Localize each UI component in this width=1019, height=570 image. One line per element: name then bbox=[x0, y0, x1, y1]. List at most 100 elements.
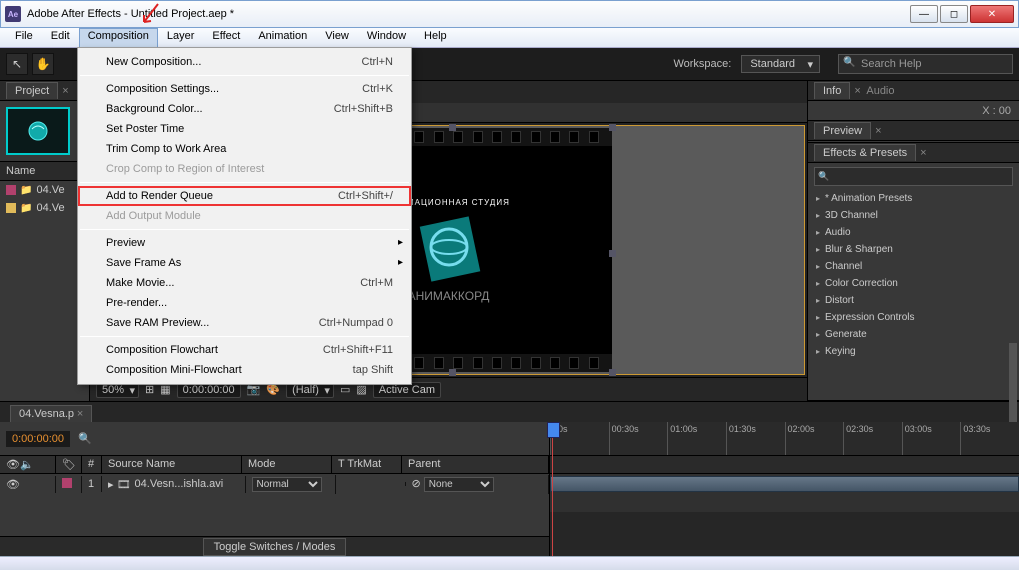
effects-search-input[interactable] bbox=[814, 167, 1013, 186]
info-x: X : 00 bbox=[982, 105, 1011, 117]
menu-file[interactable]: File bbox=[6, 28, 42, 47]
current-time[interactable]: 0:00:00:00 bbox=[6, 431, 70, 447]
brand-logo bbox=[411, 211, 487, 287]
close-icon[interactable]: × bbox=[854, 85, 860, 97]
ruler-tick: 01:00s bbox=[667, 422, 726, 455]
preview-panel: Preview × bbox=[808, 121, 1019, 143]
name-column[interactable]: Name bbox=[0, 161, 89, 181]
toggle-switches-button[interactable]: Toggle Switches / Modes bbox=[203, 538, 347, 556]
menu-layer[interactable]: Layer bbox=[158, 28, 204, 47]
workspace-label: Workspace: bbox=[673, 58, 731, 70]
effect-category[interactable]: Audio bbox=[808, 224, 1019, 241]
menuitem-pre-render[interactable]: Pre-render... bbox=[78, 293, 411, 313]
col-switches: 👁🔈 bbox=[0, 456, 56, 473]
menuitem-set-poster-time[interactable]: Set Poster Time bbox=[78, 119, 411, 139]
timeline-tracks[interactable]: 00s00:30s01:00s01:30s02:00s02:30s03:00s0… bbox=[550, 422, 1019, 556]
effect-category[interactable]: Blur & Sharpen bbox=[808, 241, 1019, 258]
timeline-tab[interactable]: 04.Vesna.p × bbox=[10, 405, 92, 422]
ruler-tick: 02:30s bbox=[843, 422, 902, 455]
col-num[interactable]: # bbox=[82, 456, 102, 473]
info-tab[interactable]: Info bbox=[814, 82, 850, 99]
menuitem-composition-mini-flowchart[interactable]: Composition Mini-Flowcharttap Shift bbox=[78, 360, 411, 380]
effect-category[interactable]: * Animation Presets bbox=[808, 190, 1019, 207]
effect-category[interactable]: Distort bbox=[808, 292, 1019, 309]
layer-track[interactable] bbox=[550, 474, 1019, 512]
project-thumbnail[interactable] bbox=[6, 107, 70, 155]
close-icon[interactable]: × bbox=[77, 408, 83, 420]
menuitem-new-composition[interactable]: New Composition...Ctrl+N bbox=[78, 52, 411, 72]
effect-category[interactable]: Generate bbox=[808, 326, 1019, 343]
project-item-comp[interactable]: 📁04.Ve bbox=[0, 181, 89, 199]
effects-panel: Effects & Presets × * Animation Presets3D… bbox=[808, 143, 1019, 401]
effect-category[interactable]: Color Correction bbox=[808, 275, 1019, 292]
menu-edit[interactable]: Edit bbox=[42, 28, 79, 47]
layer-mode-select[interactable]: Normal bbox=[252, 477, 322, 492]
menuitem-save-frame-as[interactable]: Save Frame As bbox=[78, 253, 411, 273]
effects-tab[interactable]: Effects & Presets bbox=[814, 144, 916, 161]
menuitem-trim-comp-to-work-area[interactable]: Trim Comp to Work Area bbox=[78, 139, 411, 159]
effect-category[interactable]: Expression Controls bbox=[808, 309, 1019, 326]
layer-parent-select[interactable]: None bbox=[424, 477, 494, 492]
close-icon[interactable]: × bbox=[920, 147, 926, 159]
audio-tab[interactable]: Audio bbox=[866, 85, 894, 97]
layer-clip[interactable] bbox=[550, 476, 1019, 492]
col-trkmat[interactable]: T TrkMat bbox=[332, 456, 402, 473]
col-mode[interactable]: Mode bbox=[242, 456, 332, 473]
menuitem-save-ram-preview[interactable]: Save RAM Preview...Ctrl+Numpad 0 bbox=[78, 313, 411, 333]
window-titlebar: Ae Adobe After Effects - Untitled Projec… bbox=[0, 0, 1019, 28]
preview-tab[interactable]: Preview bbox=[814, 122, 871, 139]
menuitem-composition-settings[interactable]: Composition Settings...Ctrl+K bbox=[78, 79, 411, 99]
project-item-footage[interactable]: 📁04.Ve bbox=[0, 199, 89, 217]
menuitem-add-to-render-queue[interactable]: Add to Render QueueCtrl+Shift+/ bbox=[78, 186, 411, 206]
menu-effect[interactable]: Effect bbox=[203, 28, 249, 47]
scrollbar[interactable] bbox=[1009, 343, 1017, 400]
effect-category[interactable]: Keying bbox=[808, 343, 1019, 360]
playhead[interactable] bbox=[552, 422, 553, 556]
composition-menu-dropdown: New Composition...Ctrl+N Composition Sett… bbox=[77, 47, 412, 385]
layer-label[interactable] bbox=[56, 476, 82, 493]
menuitem-make-movie[interactable]: Make Movie...Ctrl+M bbox=[78, 273, 411, 293]
effect-category[interactable]: 3D Channel bbox=[808, 207, 1019, 224]
col-label: 🏷 bbox=[56, 456, 82, 473]
layer-visibility[interactable]: 👁 bbox=[0, 476, 56, 493]
ruler-tick: 01:30s bbox=[726, 422, 785, 455]
menuitem-background-color[interactable]: Background Color...Ctrl+Shift+B bbox=[78, 99, 411, 119]
close-button[interactable]: ✕ bbox=[970, 5, 1014, 23]
brand-text: АНИМАККОРД bbox=[408, 289, 490, 303]
menuitem-add-output-module: Add Output Module bbox=[78, 206, 411, 226]
layer-trkmat[interactable] bbox=[336, 482, 406, 486]
layer-name[interactable]: ▸ 🎞 04.Vesn...ishla.avi bbox=[102, 476, 246, 493]
window-title: Adobe After Effects - Untitled Project.a… bbox=[27, 8, 910, 20]
ruler-tick: 00:30s bbox=[609, 422, 668, 455]
menu-animation[interactable]: Animation bbox=[249, 28, 316, 47]
statusbar bbox=[0, 556, 1019, 570]
hand-tool[interactable]: ✋ bbox=[32, 53, 54, 75]
workspace-selector[interactable]: Standard bbox=[741, 55, 820, 73]
ruler-tick: 02:00s bbox=[785, 422, 844, 455]
right-panels: Info × Audio X : 00 Preview × Effects & Pr… bbox=[807, 81, 1019, 401]
col-source[interactable]: Source Name bbox=[102, 456, 242, 473]
ruler-tick: 03:00s bbox=[902, 422, 961, 455]
menuitem-composition-flowchart[interactable]: Composition FlowchartCtrl+Shift+F11 bbox=[78, 340, 411, 360]
search-icon[interactable]: 🔍 bbox=[78, 432, 92, 445]
close-icon[interactable]: × bbox=[875, 125, 881, 137]
search-help-input[interactable]: Search Help bbox=[838, 54, 1013, 74]
info-panel: Info × Audio X : 00 bbox=[808, 81, 1019, 121]
layer-num: 1 bbox=[82, 476, 102, 492]
ruler-tick: 03:30s bbox=[960, 422, 1019, 455]
selection-tool[interactable]: ↖ bbox=[6, 53, 28, 75]
menu-help[interactable]: Help bbox=[415, 28, 456, 47]
effect-category[interactable]: Channel bbox=[808, 258, 1019, 275]
menu-window[interactable]: Window bbox=[358, 28, 415, 47]
minimize-button[interactable]: — bbox=[910, 5, 938, 23]
close-icon[interactable]: × bbox=[62, 85, 68, 97]
menuitem-preview[interactable]: Preview bbox=[78, 233, 411, 253]
menubar: File Edit Composition Layer Effect Anima… bbox=[0, 28, 1019, 48]
col-parent[interactable]: Parent bbox=[402, 456, 549, 473]
project-tab[interactable]: Project bbox=[6, 82, 58, 99]
layer-row[interactable]: 👁 1 ▸ 🎞 04.Vesn...ishla.avi Normal ⊘ Non… bbox=[0, 474, 549, 494]
time-ruler[interactable]: 00s00:30s01:00s01:30s02:00s02:30s03:00s0… bbox=[550, 422, 1019, 456]
menu-view[interactable]: View bbox=[316, 28, 358, 47]
maximize-button[interactable]: ◻ bbox=[940, 5, 968, 23]
menu-composition[interactable]: Composition bbox=[79, 28, 158, 47]
